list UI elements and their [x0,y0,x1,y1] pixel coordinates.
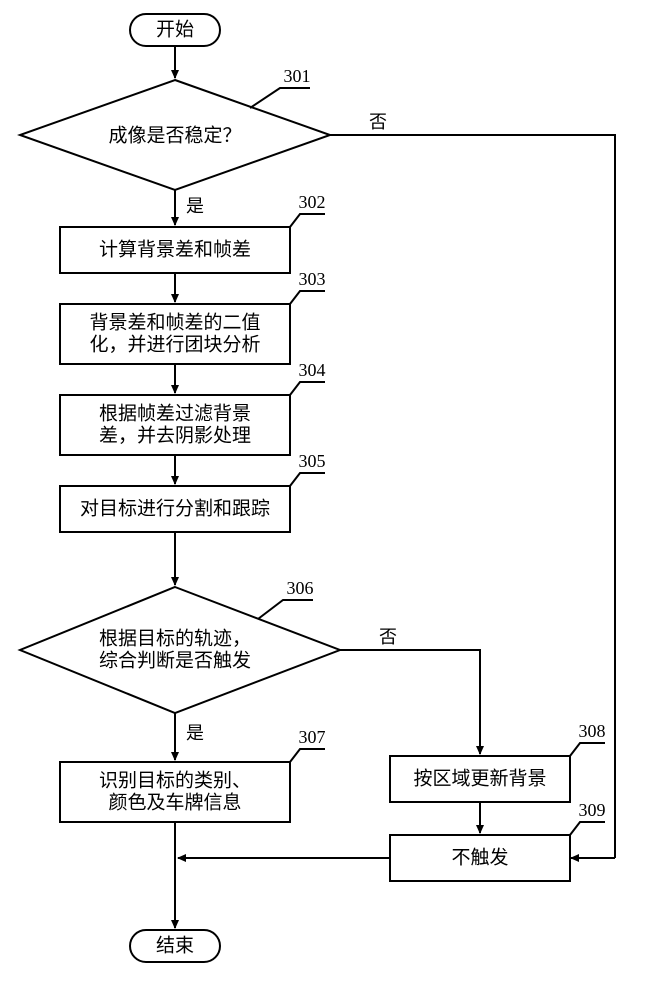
step-number-308: 308 [579,721,606,741]
decision-306: 根据目标的轨迹， 综合判断是否触发 306 [20,578,340,713]
process-309-text: 不触发 [451,846,508,868]
process-304-text-2: 差，并去阴影处理 [99,424,251,446]
yes-label-301: 是 [186,196,204,216]
process-308-text: 按区域更新背景 [413,767,546,789]
process-305: 对目标进行分割和跟踪 305 [60,451,326,532]
decision-301: 成像是否稳定？ 301 [20,66,330,190]
step-number-309: 309 [579,800,606,820]
process-303-text-1: 背景差和帧差的二值 [89,311,260,333]
process-304-text-1: 根据帧差过滤背景 [99,402,251,424]
no-label-306: 否 [379,627,397,647]
process-305-text: 对目标进行分割和跟踪 [80,497,270,519]
start-node: 开始 [130,14,220,46]
step-number-301: 301 [284,66,311,86]
step-number-303: 303 [299,269,326,289]
step-number-302: 302 [299,192,326,212]
process-303-text-2: 化，并进行团块分析 [89,333,260,355]
yes-label-306: 是 [186,723,204,743]
process-308: 按区域更新背景 308 [390,721,606,802]
step-number-306: 306 [287,578,314,598]
decision-306-text-2: 综合判断是否触发 [99,649,251,671]
process-302-text: 计算背景差和帧差 [99,238,251,260]
start-label: 开始 [156,18,194,40]
process-307-text-2: 颜色及车牌信息 [108,791,241,813]
end-node: 结束 [130,930,220,962]
process-307-text-1: 识别目标的类别、 [99,769,251,791]
process-309: 不触发 309 [390,800,606,881]
process-304: 根据帧差过滤背景 差，并去阴影处理 304 [60,360,326,455]
step-number-304: 304 [299,360,326,380]
process-303: 背景差和帧差的二值 化，并进行团块分析 303 [60,269,326,364]
end-label: 结束 [156,934,194,956]
step-number-307: 307 [299,727,326,747]
decision-306-text-1: 根据目标的轨迹， [99,627,251,649]
step-number-305: 305 [299,451,326,471]
flowchart-diagram: 开始 成像是否稳定？ 301 是 否 计算背景差和帧差 302 背景差和帧差的二… [0,0,653,1000]
decision-301-text: 成像是否稳定？ [108,124,241,146]
no-label-301: 否 [369,112,387,132]
